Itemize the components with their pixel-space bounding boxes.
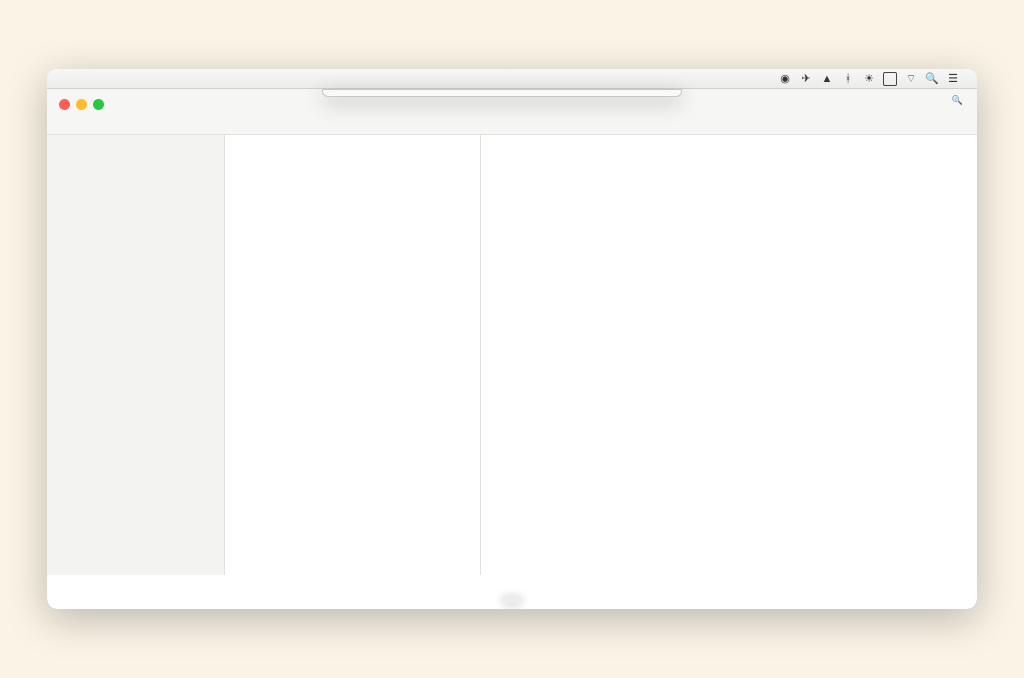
control-center-icon[interactable]: ☰ bbox=[946, 72, 960, 86]
message-list[interactable] bbox=[225, 135, 481, 575]
fullscreen-button[interactable] bbox=[93, 99, 104, 110]
menubar-tray: ◉ ✈ ▲ ᚼ ☀ ⌔ 🔍 ☰ bbox=[778, 72, 971, 86]
airdrop-tray-icon[interactable]: ▲ bbox=[820, 72, 834, 86]
window-controls bbox=[47, 89, 225, 110]
content-pane bbox=[481, 135, 977, 575]
window-menu-dropdown bbox=[322, 89, 682, 97]
minimize-button[interactable] bbox=[76, 99, 87, 110]
wifi-icon[interactable]: ⌔ bbox=[904, 72, 918, 86]
viber-tray-icon[interactable]: ◉ bbox=[778, 72, 792, 86]
sidebar bbox=[47, 135, 225, 575]
dock bbox=[502, 595, 522, 603]
telegram-tray-icon[interactable]: ✈ bbox=[799, 72, 813, 86]
toolbar-search-button[interactable]: 🔍 bbox=[952, 95, 963, 108]
battery-icon[interactable] bbox=[883, 72, 897, 86]
bluetooth-icon[interactable]: ᚼ bbox=[841, 72, 855, 86]
menubar: ◉ ✈ ▲ ᚼ ☀ ⌔ 🔍 ☰ bbox=[47, 69, 977, 89]
search-icon: 🔍 bbox=[952, 95, 963, 106]
spotlight-icon[interactable]: 🔍 bbox=[925, 72, 939, 86]
display-icon[interactable]: ☀ bbox=[862, 72, 876, 86]
close-button[interactable] bbox=[59, 99, 70, 110]
app-window: ◉ ✈ ▲ ᚼ ☀ ⌔ 🔍 ☰ 🔍 bbox=[47, 69, 977, 609]
